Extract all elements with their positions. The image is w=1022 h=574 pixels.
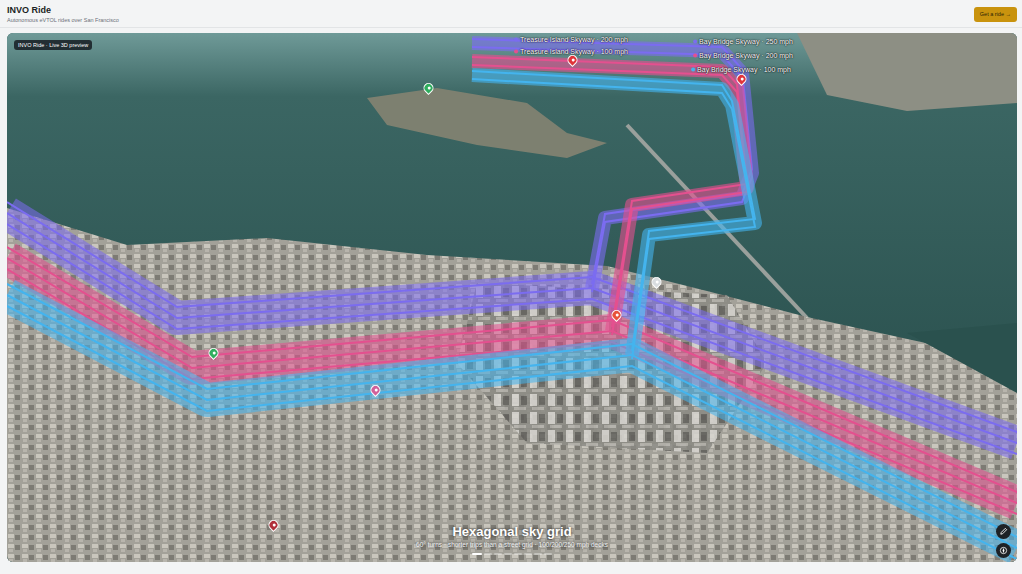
skyway-color-dot xyxy=(514,37,518,41)
app-header: INVO RideAutonomous eVTOL rides over San… xyxy=(0,0,1022,28)
skyway-label[interactable]: Treasure Island Skyway · 100 mph xyxy=(514,48,628,55)
slide-dot[interactable] xyxy=(484,553,492,555)
skyway-color-dot xyxy=(691,67,695,71)
pencil-icon xyxy=(999,527,1008,536)
map-pin-icon[interactable] xyxy=(269,520,278,531)
recenter-button[interactable] xyxy=(996,543,1011,558)
app-title: INVO Ride xyxy=(7,5,119,16)
draw-button[interactable] xyxy=(996,524,1011,539)
skyway-lane[interactable] xyxy=(7,71,1017,559)
get-ride-button[interactable]: Get a ride → xyxy=(974,7,1017,22)
slide-dot[interactable] xyxy=(524,553,532,555)
skyway-text: Bay Bridge Skyway · 200 mph xyxy=(699,52,793,59)
slide-dot[interactable] xyxy=(544,553,552,555)
skyway-color-dot xyxy=(514,49,518,53)
map-pin-icon[interactable] xyxy=(371,385,380,396)
skyway-label[interactable]: Treasure Island Skyway · 200 mph xyxy=(514,36,628,43)
map-pin-icon[interactable] xyxy=(209,348,218,359)
map-view[interactable]: INVO Ride · Live 3D preview Treasure Isla… xyxy=(7,33,1017,562)
map-pin-icon[interactable] xyxy=(737,74,746,85)
app-subtitle: Autonomous eVTOL rides over San Francisc… xyxy=(7,16,119,24)
slide-dots xyxy=(472,553,552,555)
map-pin-icon[interactable] xyxy=(424,83,433,94)
slide-dot[interactable] xyxy=(472,553,482,555)
map-pin-icon[interactable] xyxy=(568,55,577,66)
compass-icon xyxy=(999,546,1008,555)
treasure-island xyxy=(367,88,607,158)
caption-subtitle: 60° turns · shorter trips than a street … xyxy=(416,541,608,549)
skyway-lane[interactable] xyxy=(7,57,1017,514)
skyway-label[interactable]: Bay Bridge Skyway · 200 mph xyxy=(693,52,793,59)
skyway-text: Treasure Island Skyway · 200 mph xyxy=(520,36,628,43)
slide-dot[interactable] xyxy=(504,553,512,555)
slide-caption: Hexagonal sky grid 60° turns · shorter tr… xyxy=(7,524,1017,555)
slide-dot[interactable] xyxy=(494,553,502,555)
skyway-label[interactable]: Bay Bridge Skyway · 100 mph xyxy=(691,66,791,73)
caption-title: Hexagonal sky grid xyxy=(452,524,571,539)
bay-water xyxy=(7,33,1017,562)
east-bay-land xyxy=(797,33,1017,111)
skyway-text: Bay Bridge Skyway · 250 mph xyxy=(699,38,793,45)
page: INVO RideAutonomous eVTOL rides over San… xyxy=(0,0,1022,574)
skyway-text: Treasure Island Skyway · 100 mph xyxy=(520,48,628,55)
map-canvas[interactable] xyxy=(7,33,1017,562)
skyway-label[interactable]: Bay Bridge Skyway · 250 mph xyxy=(693,38,793,45)
skyway-color-dot xyxy=(693,39,697,43)
preview-badge: INVO Ride · Live 3D preview xyxy=(14,40,92,50)
map-controls xyxy=(996,524,1011,558)
brand: INVO RideAutonomous eVTOL rides over San… xyxy=(7,5,119,24)
map-pin-icon[interactable] xyxy=(652,277,661,288)
bay-water-east xyxy=(907,323,1017,393)
city-land xyxy=(7,208,1017,562)
skyway-color-dot xyxy=(693,53,697,57)
slide-dot[interactable] xyxy=(514,553,522,555)
map-pin-icon[interactable] xyxy=(612,310,621,321)
slide-dot[interactable] xyxy=(534,553,542,555)
skyway-text: Bay Bridge Skyway · 100 mph xyxy=(697,66,791,73)
